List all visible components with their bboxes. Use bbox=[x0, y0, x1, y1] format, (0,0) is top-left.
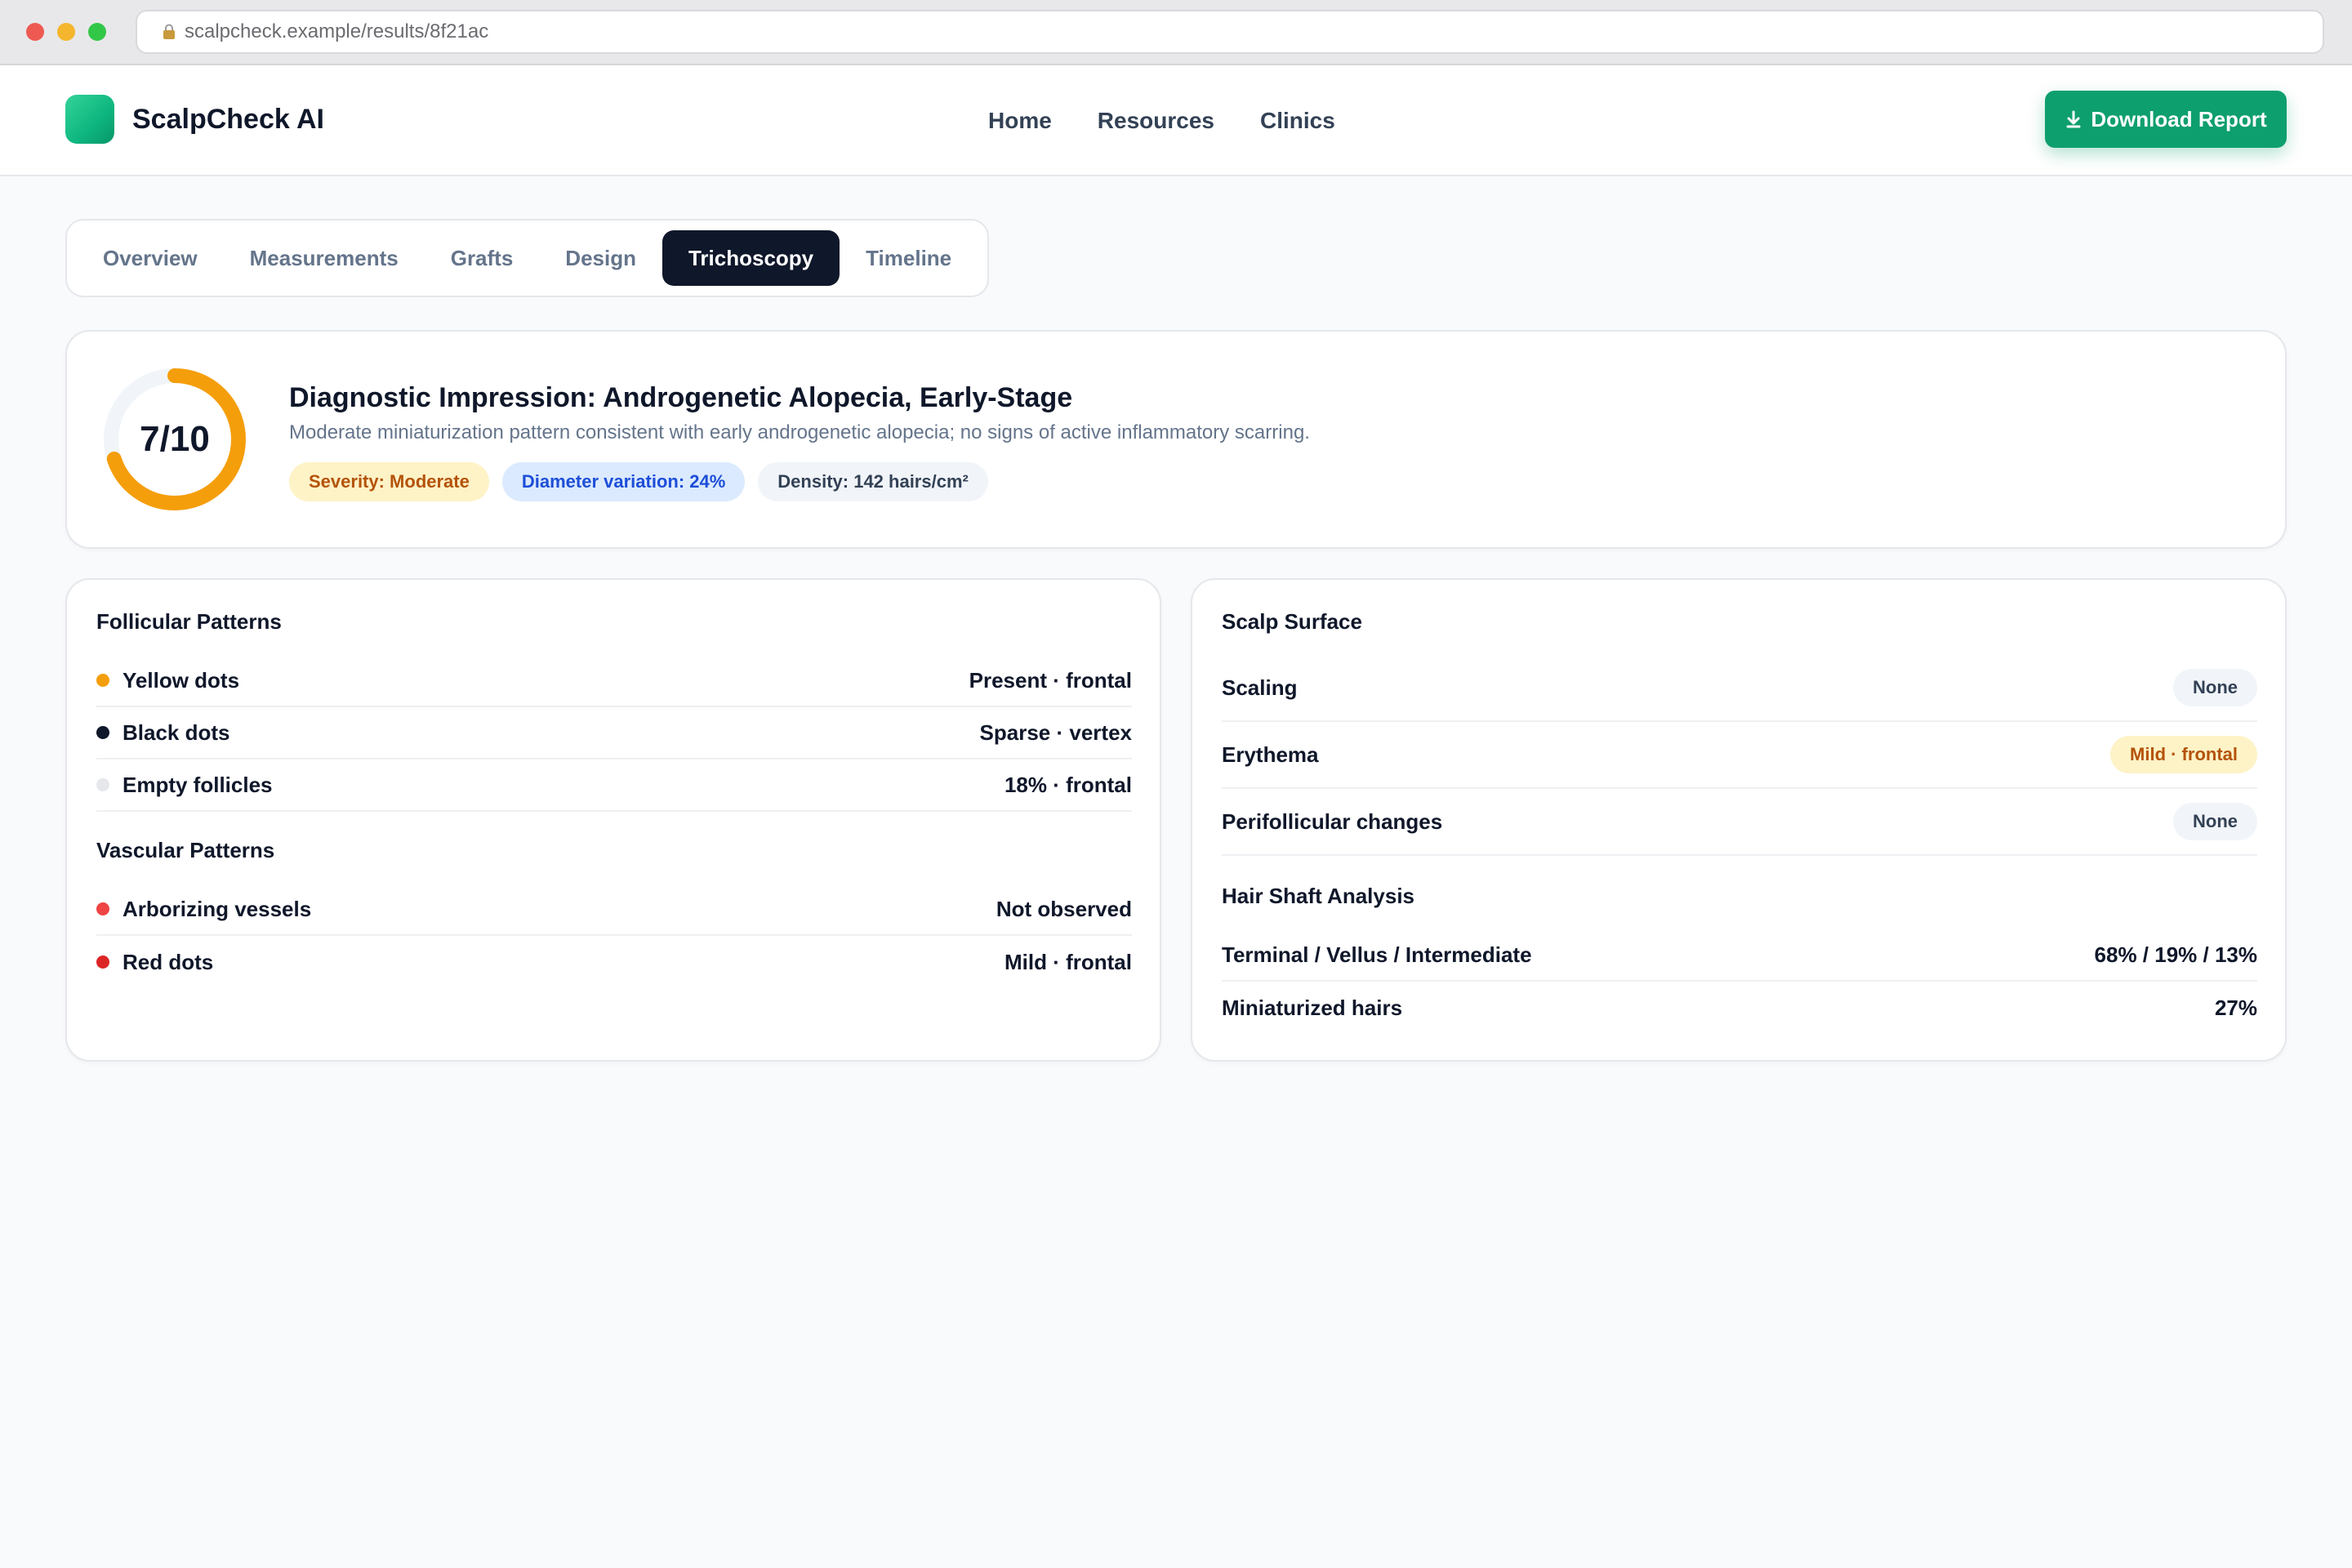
window-minimize-button[interactable] bbox=[57, 23, 75, 41]
brand[interactable]: ScalpCheck AI bbox=[65, 95, 324, 144]
download-icon bbox=[2066, 110, 2081, 128]
status-badge: None bbox=[2173, 803, 2257, 840]
list-item: Terminal / Vellus / Intermediate 68% / 1… bbox=[1222, 929, 2257, 982]
nav-resources[interactable]: Resources bbox=[1098, 101, 1214, 140]
red-dot-icon bbox=[96, 902, 109, 915]
list-item: Perifollicular changes None bbox=[1222, 789, 2257, 856]
diameter-variation-badge: Diameter variation: 24% bbox=[501, 462, 746, 501]
row-value: 68% / 19% / 13% bbox=[2094, 942, 2257, 967]
yellow-dot-icon bbox=[96, 674, 109, 687]
window-maximize-button[interactable] bbox=[88, 23, 106, 41]
vascular-patterns-title: Vascular Patterns bbox=[96, 838, 275, 862]
status-badge: Mild · frontal bbox=[2110, 736, 2257, 773]
address-bar[interactable]: scalpcheck.example/results/8f21ac bbox=[136, 10, 2324, 54]
download-report-label: Download Report bbox=[2091, 106, 2267, 131]
row-label: Perifollicular changes bbox=[1222, 808, 1443, 834]
list-item: Erythema Mild · frontal bbox=[1222, 722, 2257, 789]
brand-logo bbox=[65, 95, 114, 144]
black-dot-icon bbox=[96, 726, 109, 739]
row-label: Red dots bbox=[122, 949, 214, 974]
severity-badge: Severity: Moderate bbox=[289, 462, 489, 501]
brand-name: ScalpCheck AI bbox=[132, 103, 324, 135]
tab-design[interactable]: Design bbox=[539, 230, 662, 286]
scalp-card: Scalp Surface Scaling None Erythema Mild… bbox=[1191, 578, 2287, 1062]
row-value: 27% bbox=[2214, 995, 2257, 1020]
row-label: Empty follicles bbox=[122, 772, 273, 797]
row-label: Scaling bbox=[1222, 675, 1298, 700]
tab-overview[interactable]: Overview bbox=[77, 230, 224, 286]
row-label: Terminal / Vellus / Intermediate bbox=[1222, 942, 1532, 967]
hair-shaft-title: Hair Shaft Analysis bbox=[1222, 884, 1415, 908]
nav-clinics[interactable]: Clinics bbox=[1260, 101, 1335, 140]
status-badge: None bbox=[2173, 669, 2257, 706]
download-report-button[interactable]: Download Report bbox=[2045, 91, 2287, 148]
window-close-button[interactable] bbox=[26, 23, 44, 41]
score-value: 7/10 bbox=[140, 419, 210, 459]
follicular-patterns-title: Follicular Patterns bbox=[96, 609, 282, 634]
patterns-card: Follicular Patterns Yellow dots Present … bbox=[65, 578, 1161, 1062]
nav-home[interactable]: Home bbox=[988, 101, 1052, 140]
tab-measurements[interactable]: Measurements bbox=[224, 230, 425, 286]
list-item: Scaling None bbox=[1222, 655, 2257, 722]
row-label: Erythema bbox=[1222, 742, 1319, 767]
density-badge: Density: 142 hairs/cm² bbox=[758, 462, 988, 501]
row-value: Sparse · vertex bbox=[979, 719, 1132, 745]
row-value: Present · frontal bbox=[969, 667, 1132, 693]
main-nav: Home Resources Clinics bbox=[988, 101, 1381, 140]
row-label: Yellow dots bbox=[122, 667, 240, 693]
diagnosis-title: Diagnostic Impression: Androgenetic Alop… bbox=[289, 382, 1073, 413]
diagnosis-badges: Severity: Moderate Diameter variation: 2… bbox=[289, 462, 1001, 501]
tab-grafts[interactable]: Grafts bbox=[425, 230, 540, 286]
grey-dot-icon bbox=[96, 778, 109, 791]
list-item: Yellow dots Present · frontal bbox=[96, 655, 1132, 707]
url-text: scalpcheck.example/results/8f21ac bbox=[185, 20, 489, 42]
list-item: Red dots Mild · frontal bbox=[96, 936, 1132, 988]
row-label: Miniaturized hairs bbox=[1222, 995, 1403, 1020]
list-item: Empty follicles 18% · frontal bbox=[96, 760, 1132, 812]
results-tabs: Overview Measurements Grafts Design Tric… bbox=[65, 219, 990, 297]
row-value: Mild · frontal bbox=[1004, 949, 1132, 974]
row-value: Not observed bbox=[996, 896, 1132, 921]
tab-timeline[interactable]: Timeline bbox=[840, 230, 978, 286]
scalp-surface-title: Scalp Surface bbox=[1222, 609, 1362, 634]
diagnostic-card: 7/10 Diagnostic Impression: Androgenetic… bbox=[65, 330, 2287, 549]
row-label: Black dots bbox=[122, 719, 230, 745]
list-item: Black dots Sparse · vertex bbox=[96, 707, 1132, 760]
diagnosis-description: Moderate miniaturization pattern consist… bbox=[289, 421, 1310, 443]
tab-trichoscopy[interactable]: Trichoscopy bbox=[662, 230, 840, 286]
list-item: Arborizing vessels Not observed bbox=[96, 884, 1132, 936]
browser-toolbar: scalpcheck.example/results/8f21ac bbox=[0, 0, 2352, 65]
lock-icon bbox=[163, 24, 175, 39]
app-header: ScalpCheck AI Home Resources Clinics Dow… bbox=[0, 65, 2352, 176]
row-value: 18% · frontal bbox=[1004, 772, 1132, 797]
list-item: Miniaturized hairs 27% bbox=[1222, 982, 2257, 1034]
row-label: Arborizing vessels bbox=[122, 896, 312, 921]
red-dot-icon bbox=[96, 956, 109, 969]
